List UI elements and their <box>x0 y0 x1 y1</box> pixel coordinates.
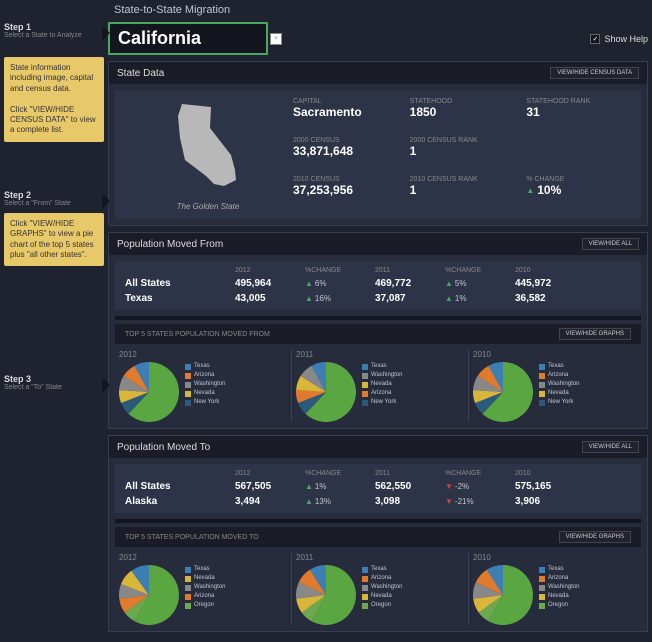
legend-item: Washington <box>539 380 579 389</box>
page-title: State-to-State Migration <box>114 4 652 16</box>
legend-item: Oregon <box>185 601 225 610</box>
legend-item: Washington <box>362 583 402 592</box>
dropdown-icon[interactable]: ▼ <box>270 33 282 45</box>
moved-to-panel: Population Moved To VIEW/HIDE ALL 2012%C… <box>108 435 648 632</box>
row-label[interactable]: Alaska <box>125 496 225 507</box>
arrow-icon <box>102 193 110 209</box>
state-motto: The Golden State <box>123 202 293 211</box>
pie-chart-icon <box>296 362 356 422</box>
chart-year: 2012 <box>119 350 283 359</box>
moved-from-panel: Population Moved From VIEW/HIDE ALL 2012… <box>108 232 648 429</box>
legend-item: Nevada <box>362 592 402 601</box>
chart-year: 2010 <box>473 553 637 562</box>
row-label[interactable]: All States <box>125 481 225 492</box>
arrow-down-icon: ▼ <box>445 497 453 506</box>
step-1: Step 1 Select a State to Analyze <box>4 22 104 39</box>
legend-item: Arizona <box>185 371 225 380</box>
chart-year: 2012 <box>119 553 283 562</box>
legend-item: Texas <box>185 565 225 574</box>
legend-item: Arizona <box>185 592 225 601</box>
state-shape-icon <box>148 98 268 198</box>
legend-item: Texas <box>185 362 225 371</box>
row-label[interactable]: All States <box>125 278 225 289</box>
legend-item: Oregon <box>362 601 402 610</box>
arrow-up-icon: ▲ <box>526 186 534 195</box>
legend-item: Arizona <box>539 574 579 583</box>
pie-chart-icon <box>119 565 179 625</box>
legend-item: Washington <box>539 583 579 592</box>
charts-title: TOP 5 STATES POPULATION MOVED FROM <box>125 331 270 338</box>
chart-year: 2011 <box>296 553 460 562</box>
arrow-up-icon: ▲ <box>305 279 313 288</box>
legend-item: Nevada <box>362 380 402 389</box>
arrow-up-icon: ▲ <box>445 279 453 288</box>
arrow-up-icon: ▲ <box>445 294 453 303</box>
legend-item: New York <box>362 398 402 407</box>
legend-item: Arizona <box>362 574 402 583</box>
state-data-panel: State Data VIEW/HIDE CENSUS DATA The Gol… <box>108 61 648 226</box>
arrow-up-icon: ▲ <box>305 482 313 491</box>
panel-title: Population Moved From <box>117 239 223 250</box>
chart-year: 2011 <box>296 350 460 359</box>
pie-chart-icon <box>296 565 356 625</box>
legend-item: Nevada <box>539 389 579 398</box>
panel-title: Population Moved To <box>117 442 210 453</box>
legend-item: New York <box>539 398 579 407</box>
state-selector[interactable]: ▼ <box>108 22 282 55</box>
help-note-1: State information including image, capit… <box>4 57 104 142</box>
arrow-icon <box>102 25 110 41</box>
charts-title: TOP 5 STATES POPULATION MOVED TO <box>125 534 259 541</box>
pie-chart-icon <box>473 565 533 625</box>
arrow-icon <box>102 377 110 393</box>
view-graphs-button[interactable]: VIEW/HIDE GRAPHS <box>559 531 631 543</box>
pie-chart-icon <box>473 362 533 422</box>
step-3: Step 3 Select a "To" State <box>4 374 104 391</box>
legend-item: Arizona <box>539 371 579 380</box>
legend-item: Texas <box>362 362 402 371</box>
show-help-checkbox[interactable]: ✓ <box>590 34 600 44</box>
view-census-button[interactable]: VIEW/HIDE CENSUS DATA <box>550 67 639 79</box>
legend-item: Nevada <box>539 592 579 601</box>
pie-chart-icon <box>119 362 179 422</box>
legend-item: Texas <box>362 565 402 574</box>
legend-item: Texas <box>539 362 579 371</box>
legend-item: Nevada <box>185 574 225 583</box>
view-graphs-button[interactable]: VIEW/HIDE GRAPHS <box>559 328 631 340</box>
step-2: Step 2 Select a "From" State <box>4 190 104 207</box>
legend-item: New York <box>185 398 225 407</box>
arrow-up-icon: ▲ <box>305 294 313 303</box>
state-input[interactable] <box>108 22 268 55</box>
arrow-down-icon: ▼ <box>445 482 453 491</box>
chart-year: 2010 <box>473 350 637 359</box>
legend-item: Texas <box>539 565 579 574</box>
legend-item: Nevada <box>185 389 225 398</box>
legend-item: Arizona <box>362 389 402 398</box>
arrow-up-icon: ▲ <box>305 497 313 506</box>
show-help-label: Show Help <box>604 34 648 44</box>
panel-title: State Data <box>117 68 164 79</box>
view-all-button[interactable]: VIEW/HIDE ALL <box>582 238 639 250</box>
legend-item: Washington <box>362 371 402 380</box>
row-label[interactable]: Texas <box>125 293 225 304</box>
legend-item: Oregon <box>539 601 579 610</box>
view-all-button[interactable]: VIEW/HIDE ALL <box>582 441 639 453</box>
help-note-2: Click "VIEW/HIDE GRAPHS" to view a pie c… <box>4 213 104 267</box>
legend-item: Washington <box>185 380 225 389</box>
legend-item: Washington <box>185 583 225 592</box>
